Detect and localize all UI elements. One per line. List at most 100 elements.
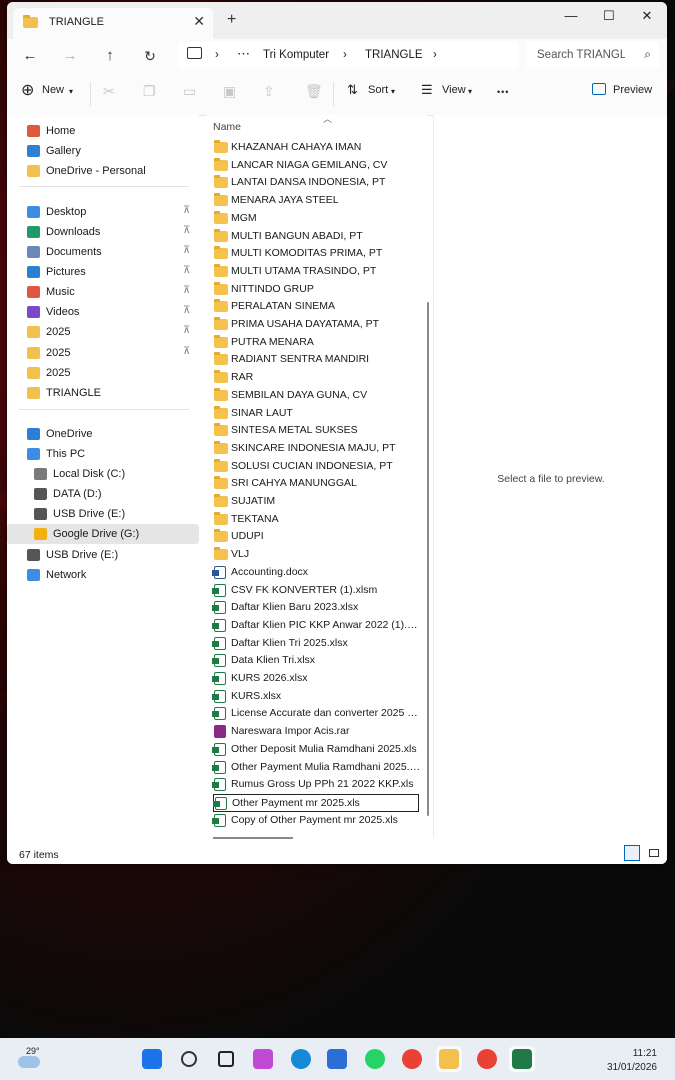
copilot-taskbar-button[interactable] bbox=[250, 1046, 276, 1072]
chrome-profile-taskbar-button[interactable] bbox=[474, 1046, 500, 1072]
nav-item[interactable]: USB Drive (E:) bbox=[7, 545, 199, 565]
up-arrow-icon[interactable]: ↑ bbox=[99, 45, 121, 67]
nav-item[interactable]: Google Drive (G:) bbox=[7, 524, 199, 544]
file-row[interactable]: Data Klien Tri.xlsx bbox=[212, 652, 419, 670]
nav-item[interactable]: Pictures ⊼ bbox=[7, 262, 199, 282]
folder-row[interactable]: NITTINDO GRUP bbox=[213, 281, 419, 299]
preview-button[interactable]: Preview bbox=[613, 84, 652, 96]
more-options-button[interactable]: ••• bbox=[497, 87, 509, 97]
address-bar[interactable]: › ⋯ Tri Komputer › TRIANGLE › bbox=[177, 42, 519, 69]
new-tab-button[interactable]: + bbox=[227, 11, 236, 29]
folder-row[interactable]: MENARA JAYA STEEL bbox=[213, 192, 419, 210]
folder-row[interactable]: PUTRA MENARA bbox=[213, 334, 419, 352]
folder-row[interactable]: RAR bbox=[213, 369, 419, 387]
breadcrumb-tri-komputer[interactable]: Tri Komputer bbox=[263, 49, 329, 61]
close-button[interactable]: ✕ bbox=[630, 5, 664, 27]
nav-item[interactable]: Downloads ⊼ bbox=[7, 222, 199, 242]
folder-row[interactable]: PRIMA USAHA DAYATAMA, PT bbox=[213, 316, 419, 334]
nav-item[interactable]: Home bbox=[7, 121, 199, 141]
breadcrumb-more[interactable]: ⋯ bbox=[237, 46, 250, 62]
maximize-button[interactable]: ☐ bbox=[592, 5, 626, 27]
file-row[interactable]: Other Deposit Mulia Ramdhani 2025.xls bbox=[212, 741, 419, 759]
file-explorer-taskbar-button[interactable] bbox=[436, 1046, 462, 1072]
explorer-tab[interactable]: TRIANGLE ✕ bbox=[13, 8, 213, 39]
folder-row[interactable]: MGM bbox=[213, 210, 419, 228]
folder-row[interactable]: RADIANT SENTRA MANDIRI bbox=[213, 351, 419, 369]
file-row[interactable]: KURS 2026.xlsx bbox=[212, 670, 419, 688]
file-row[interactable]: Nareswara Impor Acis.rar bbox=[213, 723, 419, 741]
breadcrumb-triangle[interactable]: TRIANGLE bbox=[365, 49, 423, 61]
tiles-view-button[interactable] bbox=[646, 845, 662, 861]
file-row[interactable]: CSV FK KONVERTER (1).xlsm bbox=[212, 582, 419, 600]
rename-icon[interactable]: ▣ bbox=[223, 83, 236, 100]
new-plus-icon[interactable]: ⊕ bbox=[21, 80, 34, 100]
task-view-taskbar-button[interactable] bbox=[213, 1046, 239, 1072]
share-icon[interactable]: ⇪ bbox=[263, 83, 275, 100]
nav-item[interactable]: Desktop ⊼ bbox=[7, 202, 199, 222]
file-row[interactable]: Other Payment mr 2025.xls bbox=[213, 793, 419, 812]
clock[interactable]: 11:21 31/01/2026 bbox=[607, 1047, 657, 1075]
refresh-icon[interactable]: ↻ bbox=[139, 45, 161, 67]
folder-row[interactable]: VLJ bbox=[213, 546, 419, 564]
nav-item[interactable]: Gallery bbox=[7, 141, 199, 161]
minimize-button[interactable]: — bbox=[554, 5, 588, 27]
file-row[interactable]: License Accurate dan converter 2025 KK..… bbox=[212, 705, 421, 723]
copy-icon[interactable]: ❐ bbox=[143, 83, 156, 100]
folder-row[interactable]: SKINCARE INDONESIA MAJU, PT bbox=[213, 440, 419, 458]
forward-arrow-icon[interactable]: → bbox=[59, 45, 81, 67]
folder-row[interactable]: MULTI BANGUN ABADI, PT bbox=[213, 228, 419, 246]
vertical-scrollbar[interactable] bbox=[427, 302, 429, 816]
folder-row[interactable]: UDUPI bbox=[213, 528, 419, 546]
file-row[interactable]: Daftar Klien Tri 2025.xlsx bbox=[212, 635, 419, 653]
folder-row[interactable]: SOLUSI CUCIAN INDONESIA, PT bbox=[213, 458, 419, 476]
details-view-button[interactable] bbox=[624, 845, 640, 861]
folder-row[interactable]: MULTI UTAMA TRASINDO, PT bbox=[213, 263, 419, 281]
nav-item[interactable]: USB Drive (E:) bbox=[7, 504, 199, 524]
paste-icon[interactable]: ▭ bbox=[183, 83, 196, 100]
folder-row[interactable]: SRI CAHYA MANUNGGAL bbox=[213, 475, 419, 493]
file-row[interactable]: Copy of Other Payment mr 2025.xls bbox=[212, 812, 419, 830]
delete-icon[interactable]: 🗑 bbox=[305, 83, 323, 100]
horizontal-scrollbar[interactable] bbox=[213, 837, 293, 839]
back-arrow-icon[interactable]: ← bbox=[19, 45, 41, 67]
nav-item[interactable]: This PC bbox=[7, 444, 199, 464]
view-button[interactable]: View bbox=[442, 84, 466, 96]
nav-item[interactable]: Videos ⊼ bbox=[7, 302, 199, 322]
folder-row[interactable]: MULTI KOMODITAS PRIMA, PT bbox=[213, 245, 419, 263]
chrome-taskbar-button[interactable] bbox=[399, 1046, 425, 1072]
folder-row[interactable]: LANCAR NIAGA GEMILANG, CV bbox=[213, 157, 419, 175]
search-taskbar-button[interactable] bbox=[176, 1046, 202, 1072]
folder-row[interactable]: SEMBILAN DAYA GUNA, CV bbox=[213, 387, 419, 405]
nav-item[interactable]: Local Disk (C:) bbox=[7, 464, 199, 484]
file-row[interactable]: Daftar Klien PIC KKP Anwar 2022 (1).xlsx bbox=[212, 617, 421, 635]
excel-taskbar-button[interactable] bbox=[509, 1046, 535, 1072]
edge-taskbar-button[interactable] bbox=[288, 1046, 314, 1072]
start-taskbar-button[interactable] bbox=[139, 1046, 165, 1072]
folder-row[interactable]: SUJATIM bbox=[213, 493, 419, 511]
folder-row[interactable]: KHAZANAH CAHAYA IMAN bbox=[213, 139, 419, 157]
nav-item[interactable]: Documents ⊼ bbox=[7, 242, 199, 262]
column-header-name[interactable]: Name bbox=[213, 121, 241, 133]
folder-row[interactable]: TEKTANA bbox=[213, 511, 419, 529]
store-taskbar-button[interactable] bbox=[324, 1046, 350, 1072]
file-row[interactable]: KURS.xlsx bbox=[212, 688, 419, 706]
sort-button[interactable]: Sort bbox=[368, 84, 388, 96]
search-box[interactable]: Search TRIANGLE ⌕ bbox=[526, 42, 659, 69]
nav-item[interactable]: TRIANGLE bbox=[7, 383, 199, 403]
whatsapp-taskbar-button[interactable] bbox=[362, 1046, 388, 1072]
nav-item[interactable]: Music ⊼ bbox=[7, 282, 199, 302]
nav-item[interactable]: OneDrive - Personal bbox=[7, 161, 199, 181]
folder-row[interactable]: PERALATAN SINEMA bbox=[213, 298, 419, 316]
file-row[interactable]: Daftar Klien Baru 2023.xlsx bbox=[212, 599, 419, 617]
nav-item[interactable]: 2025 ⊼ bbox=[7, 322, 199, 342]
file-row[interactable]: Rumus Gross Up PPh 21 2022 KKP.xls bbox=[212, 776, 419, 794]
nav-item[interactable]: 2025 ⊼ bbox=[7, 343, 199, 363]
folder-row[interactable]: SINTESA METAL SUKSES bbox=[213, 422, 419, 440]
new-button[interactable]: New bbox=[42, 84, 64, 96]
folder-row[interactable]: SINAR LAUT bbox=[213, 405, 419, 423]
nav-item[interactable]: OneDrive bbox=[7, 424, 199, 444]
nav-item[interactable]: 2025 bbox=[7, 363, 199, 383]
nav-item[interactable]: Network bbox=[7, 565, 199, 585]
file-row[interactable]: Other Payment Mulia Ramdhani 2025.xls bbox=[212, 759, 421, 777]
folder-row[interactable]: LANTAI DANSA INDONESIA, PT bbox=[213, 174, 419, 192]
